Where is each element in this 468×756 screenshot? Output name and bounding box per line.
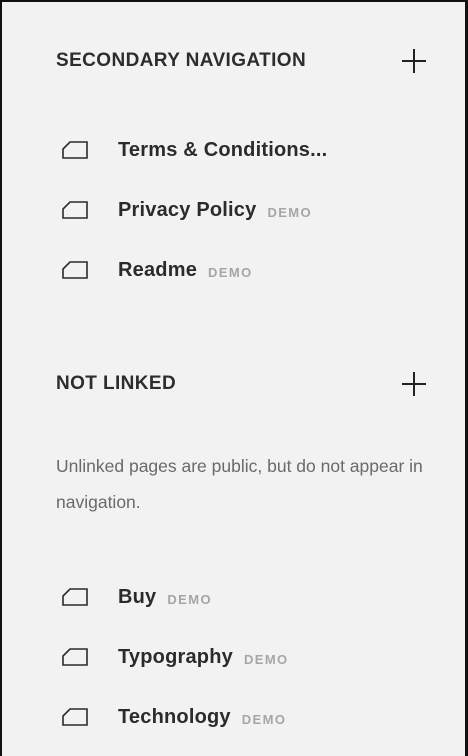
not-linked-title: NOT LINKED xyxy=(56,373,177,394)
not-linked-description: Unlinked pages are public, but do not ap… xyxy=(56,456,423,512)
page-item-label: Technology xyxy=(118,705,231,728)
page-item-buy[interactable]: Buy DEMO xyxy=(62,567,289,627)
page-item-technology[interactable]: Technology DEMO xyxy=(62,687,289,747)
page-item-label: Buy xyxy=(118,585,157,608)
page-icon xyxy=(62,708,88,726)
demo-badge: DEMO xyxy=(208,264,253,280)
secondary-navigation-title: SECONDARY NAVIGATION xyxy=(56,50,307,71)
page-icon xyxy=(62,588,88,606)
page-icon xyxy=(62,141,88,159)
page-item-privacy-policy[interactable]: Privacy Policy DEMO xyxy=(62,180,327,240)
pages-panel: SECONDARY NAVIGATION Terms & Conditions.… xyxy=(0,0,468,756)
not-linked-list: Buy DEMO Typography DEMO Technology DEMO xyxy=(62,567,289,747)
page-icon xyxy=(62,201,88,219)
demo-badge: DEMO xyxy=(267,204,313,220)
secondary-navigation-list: Terms & Conditions... Privacy Policy DEM… xyxy=(62,120,327,300)
page-item-terms-conditions[interactable]: Terms & Conditions... xyxy=(62,120,327,180)
page-item-label: Privacy Policy xyxy=(118,198,257,221)
not-linked-header: NOT LINKED xyxy=(56,370,428,398)
demo-badge: DEMO xyxy=(241,711,287,727)
page-item-label: Typography xyxy=(118,645,233,668)
demo-badge: DEMO xyxy=(243,651,289,667)
page-item-label: Readme xyxy=(118,258,198,281)
page-icon xyxy=(62,648,88,666)
page-item-typography[interactable]: Typography DEMO xyxy=(62,627,289,687)
page-icon xyxy=(62,261,88,279)
page-item-label: Terms & Conditions... xyxy=(118,138,328,161)
demo-badge: DEMO xyxy=(167,591,212,607)
secondary-navigation-add-button[interactable] xyxy=(402,49,426,73)
page-item-readme[interactable]: Readme DEMO xyxy=(62,240,327,300)
secondary-navigation-header: SECONDARY NAVIGATION xyxy=(56,47,428,75)
not-linked-add-button[interactable] xyxy=(402,372,426,396)
